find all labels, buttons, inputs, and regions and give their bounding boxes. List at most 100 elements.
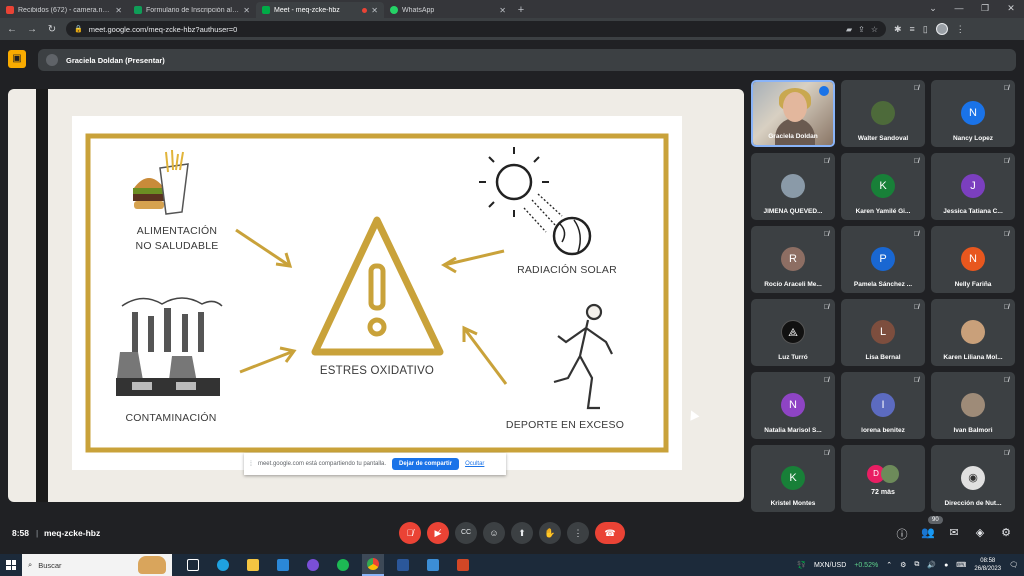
avatar: ⟁ bbox=[781, 320, 805, 344]
stage-border bbox=[36, 89, 48, 502]
chrome-icon[interactable] bbox=[362, 554, 384, 576]
close-icon[interactable]: ✕ bbox=[371, 6, 378, 15]
drag-handle-icon[interactable]: ⁞ bbox=[250, 461, 252, 468]
tab-meet[interactable]: Meet - meq-zcke-hbz ✕ bbox=[256, 2, 384, 18]
participant-tile[interactable]: 🎙̸ Ivan Balmori bbox=[931, 372, 1015, 439]
participant-tile[interactable]: 🎙̸ N Nancy Lopez bbox=[931, 80, 1015, 147]
participant-tile[interactable]: 🎙̸ Walter Sandoval bbox=[841, 80, 925, 147]
network-icon[interactable]: ⧉ bbox=[914, 561, 919, 569]
exclamation-bar bbox=[368, 263, 386, 311]
lock-icon[interactable]: 🔒 bbox=[74, 25, 83, 33]
avatar: N bbox=[961, 247, 985, 271]
bookmark-star-icon[interactable]: ☆ bbox=[871, 25, 878, 34]
hide-link[interactable]: Ocultar bbox=[465, 461, 484, 467]
participant-tile[interactable]: Graciela Doldan bbox=[751, 80, 835, 147]
participant-tile[interactable]: 🎙̸ ⟁ Luz Turró bbox=[751, 299, 835, 366]
present-button[interactable]: ⬆ bbox=[511, 522, 533, 544]
back-icon[interactable]: ← bbox=[6, 24, 18, 35]
participant-tile[interactable]: 🎙̸ N Natalia Marisol S... bbox=[751, 372, 835, 439]
menu-icon[interactable]: ⋮ bbox=[956, 24, 965, 35]
restore-icon[interactable]: ❐ bbox=[972, 0, 998, 18]
camera-icon[interactable]: ▰ bbox=[846, 25, 852, 34]
participant-name: Walter Sandoval bbox=[857, 135, 909, 142]
captions-button[interactable]: CC bbox=[455, 522, 477, 544]
participant-name: Luz Turró bbox=[778, 354, 808, 361]
edge-icon[interactable] bbox=[212, 554, 234, 576]
tab-label: WhatsApp bbox=[402, 6, 435, 14]
forward-icon[interactable]: → bbox=[26, 24, 38, 35]
tab-search-icon[interactable]: ⌄ bbox=[920, 0, 946, 18]
presenter-avatar bbox=[46, 54, 58, 66]
raise-hand-button[interactable]: ✋ bbox=[539, 522, 561, 544]
arrow-sport bbox=[462, 327, 508, 385]
show-hidden-icons-icon[interactable]: ⌃ bbox=[886, 561, 892, 569]
media-player-icon[interactable] bbox=[302, 554, 324, 576]
ticker-label[interactable]: MXN/USD bbox=[814, 562, 846, 569]
taskbar-search[interactable]: ⌕ Buscar bbox=[22, 554, 172, 576]
side-panel-icon[interactable]: ▯ bbox=[923, 24, 928, 35]
participant-tile[interactable]: 🎙̸ ◉ Dirección de Nut... bbox=[931, 445, 1015, 512]
participant-name: Natalia Marisol S... bbox=[764, 427, 822, 434]
more-options-button[interactable]: ⋮ bbox=[567, 522, 589, 544]
participant-tile[interactable]: 🎙̸ JIMENA QUEVED... bbox=[751, 153, 835, 220]
tab-gmail[interactable]: Recibidos (672) - camera.nutricio ✕ bbox=[0, 2, 128, 18]
participant-tile[interactable]: 🎙̸ N Nelly Fariña bbox=[931, 226, 1015, 293]
notifications-icon[interactable]: 🗨 bbox=[1009, 561, 1018, 569]
mic-tray-icon[interactable]: ● bbox=[944, 562, 948, 569]
powerpoint-icon[interactable] bbox=[452, 554, 474, 576]
photos-icon[interactable] bbox=[272, 554, 294, 576]
participant-tile[interactable]: 🎙̸ L Lisa Bernal bbox=[841, 299, 925, 366]
avatar: R bbox=[781, 247, 805, 271]
profile-avatar[interactable] bbox=[935, 23, 948, 35]
reading-list-icon[interactable]: ≡ bbox=[910, 24, 915, 34]
close-icon[interactable]: ✕ bbox=[499, 6, 506, 15]
participant-tile[interactable]: 🎙̸ R Rocío Araceli Me... bbox=[751, 226, 835, 293]
close-icon[interactable]: ✕ bbox=[115, 6, 122, 15]
activities-icon[interactable]: ◈ bbox=[972, 526, 988, 539]
presenter-pill[interactable]: Graciela Doldan (Presentar) bbox=[38, 49, 1016, 71]
host-controls-icon[interactable]: ⚙ bbox=[998, 526, 1014, 539]
mic-toggle-button[interactable]: 🎙̸ bbox=[399, 522, 421, 544]
system-tray: 💱 MXN/USD +0.52% ⌃ ⚙ ⧉ 🔊 ● ⌨ 08:58 26/8/… bbox=[797, 554, 1024, 576]
avatar: J bbox=[961, 174, 985, 198]
camera-toggle-button[interactable]: ▶̸ bbox=[427, 522, 449, 544]
close-icon[interactable]: ✕ bbox=[243, 6, 250, 15]
language-icon[interactable]: ⌨ bbox=[956, 561, 966, 569]
participant-tile[interactable]: 🎙̸ Karen Liliana Mol... bbox=[931, 299, 1015, 366]
avatar bbox=[961, 320, 985, 344]
reload-icon[interactable]: ↻ bbox=[46, 24, 58, 35]
participant-tile[interactable]: 🎙̸ P Pamela Sánchez ... bbox=[841, 226, 925, 293]
tray-clock[interactable]: 08:58 26/8/2023 bbox=[974, 557, 1001, 573]
word-icon[interactable] bbox=[392, 554, 414, 576]
photo-viewer-icon[interactable] bbox=[422, 554, 444, 576]
share-icon[interactable]: ⇪ bbox=[858, 25, 865, 34]
mic-off-icon: 🎙̸ bbox=[1003, 450, 1009, 457]
stop-sharing-button[interactable]: Dejar de compartir bbox=[392, 458, 460, 470]
security-icon[interactable]: ⚙ bbox=[900, 561, 906, 569]
task-view-icon[interactable] bbox=[182, 554, 204, 576]
avatar bbox=[871, 101, 895, 125]
minimize-icon[interactable]: — bbox=[946, 0, 972, 18]
start-button[interactable] bbox=[0, 554, 22, 576]
tab-whatsapp[interactable]: WhatsApp ✕ bbox=[384, 2, 512, 18]
emoji-button[interactable]: ☺ bbox=[483, 522, 505, 544]
extensions-icon[interactable]: ✱ bbox=[894, 24, 902, 35]
participant-tile[interactable]: 🎙̸ K Karen Yamilé Gi... bbox=[841, 153, 925, 220]
close-window-icon[interactable]: ✕ bbox=[998, 0, 1024, 18]
chat-icon[interactable]: ✉ bbox=[946, 526, 962, 539]
new-tab-button[interactable]: + bbox=[512, 2, 530, 18]
people-icon[interactable]: 👥 bbox=[920, 526, 936, 539]
info-icon[interactable]: ⓘ bbox=[894, 526, 910, 542]
participant-tile[interactable]: 🎙̸ I lorena benitez bbox=[841, 372, 925, 439]
spotify-icon[interactable] bbox=[332, 554, 354, 576]
participant-tile[interactable]: 🎙̸ K Kristel Montes bbox=[751, 445, 835, 512]
participant-tile[interactable]: 🎙̸ J Jessica Tatiana C... bbox=[931, 153, 1015, 220]
search-highlight-image bbox=[138, 556, 166, 574]
more-participants-tile[interactable]: D 72 más bbox=[841, 445, 925, 512]
volume-icon[interactable]: 🔊 bbox=[927, 561, 936, 569]
url-field[interactable]: 🔒 meet.google.com/meq-zcke-hbz?authuser=… bbox=[66, 21, 886, 37]
file-explorer-icon[interactable] bbox=[242, 554, 264, 576]
leave-call-button[interactable]: ☎ bbox=[595, 522, 625, 544]
tab-forms[interactable]: Formulario de Inscripción al "Cu ✕ bbox=[128, 2, 256, 18]
mic-off-icon: 🎙̸ bbox=[823, 450, 829, 457]
